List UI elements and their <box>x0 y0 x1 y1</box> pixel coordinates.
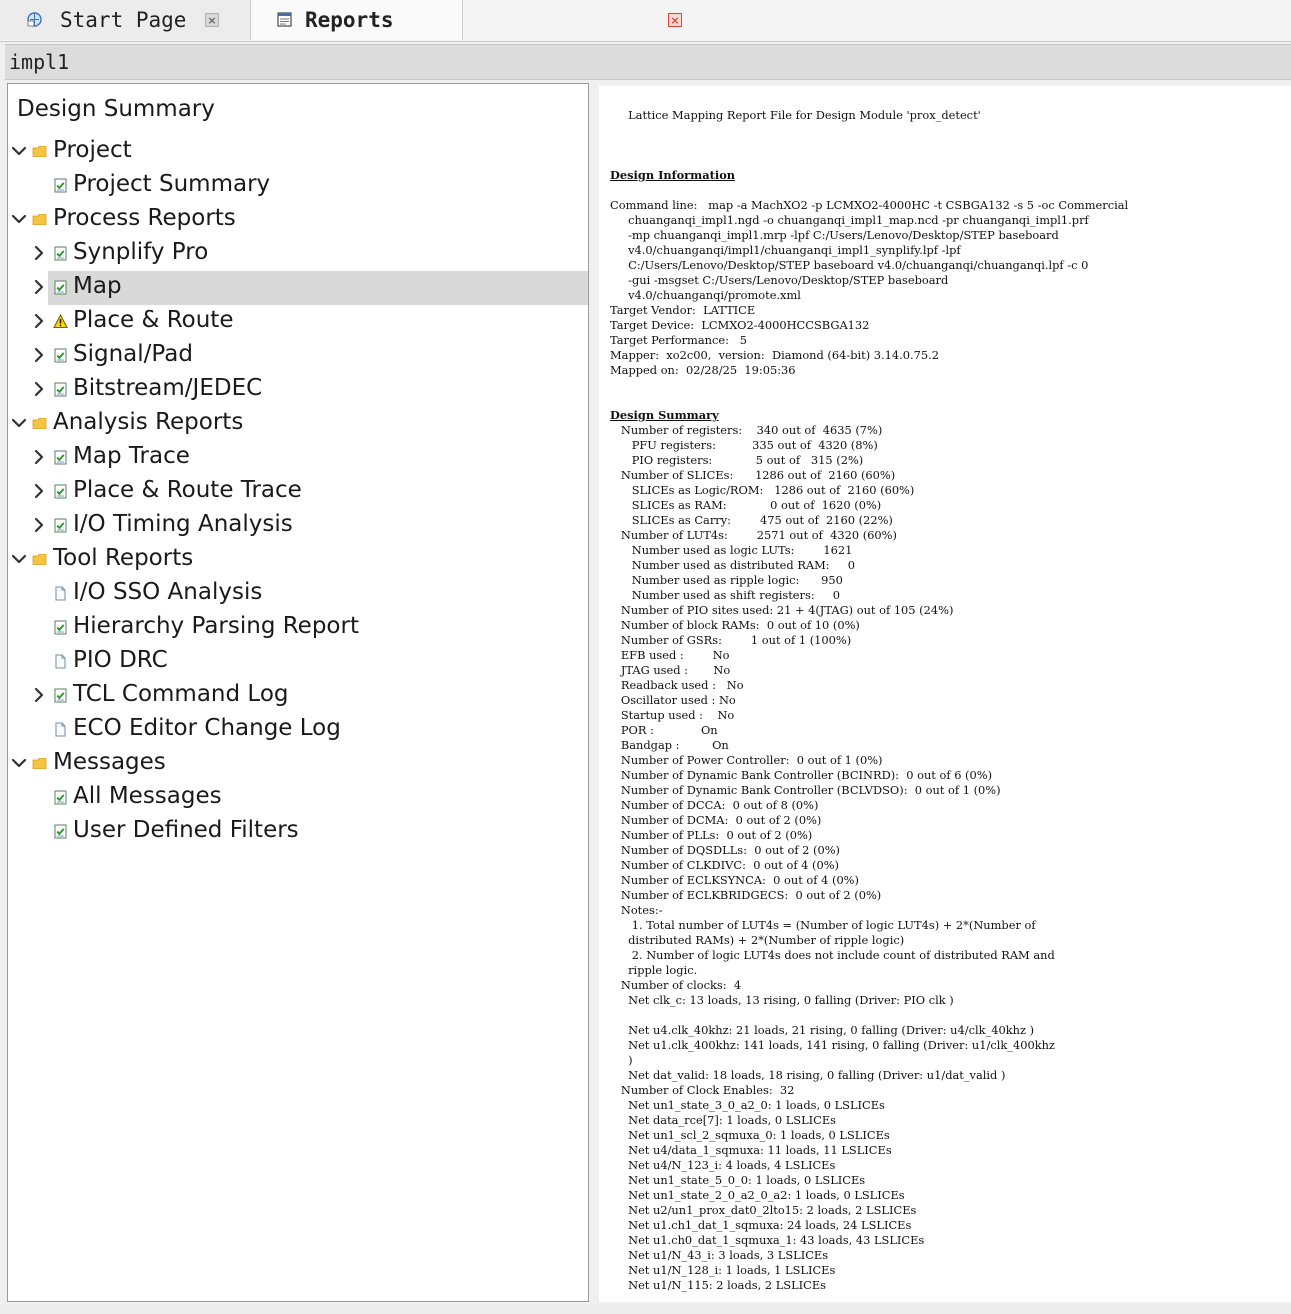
chevron-right-icon[interactable] <box>30 516 48 534</box>
design-summary-tree: Design Summary Project Project Summary Pro… <box>7 83 589 1302</box>
tree-item-label: I/O Timing Analysis <box>73 511 293 537</box>
tree-item-synplify-pro[interactable]: Synplify Pro <box>8 237 588 271</box>
tree-item-label: User Defined Filters <box>73 817 299 843</box>
tab-bar: Start Page × Reports × <box>0 0 1291 42</box>
design-information-body: Command line: map -a MachXO2 -p LCMXO2-4… <box>610 198 1129 377</box>
tree-item-all-messages[interactable]: All Messages <box>8 781 588 815</box>
chevron-right-icon[interactable] <box>30 346 48 364</box>
tree-item-label: Hierarchy Parsing Report <box>73 613 359 639</box>
tree-item-i-o-sso-analysis[interactable]: I/O SSO Analysis <box>8 577 588 611</box>
close-icon[interactable]: × <box>668 13 682 27</box>
design-summary-header: Design Summary <box>610 408 719 422</box>
tree-item-label: Tool Reports <box>53 545 194 571</box>
report-ok-icon <box>54 246 67 261</box>
tree-header: Design Summary <box>17 96 215 122</box>
tree-item-label: Place & Route Trace <box>73 477 302 503</box>
tree-item-pio-drc[interactable]: PIO DRC <box>8 645 588 679</box>
report-ok-icon <box>54 178 67 193</box>
tab-start-page-label: Start Page <box>60 8 187 32</box>
document-icon <box>55 654 66 669</box>
tree-item-process-reports[interactable]: Process Reports <box>8 203 588 237</box>
tree-item-label: Place & Route <box>73 307 234 333</box>
tree-item-messages[interactable]: Messages <box>8 747 588 781</box>
report-title: Lattice Mapping Report File for Design M… <box>610 108 981 122</box>
folder-icon <box>32 214 47 225</box>
warning-icon <box>53 314 68 328</box>
tree-item-label: Project Summary <box>73 171 271 197</box>
report-ok-icon <box>54 824 67 839</box>
tree-item-signal-pad[interactable]: Signal/Pad <box>8 339 588 373</box>
tree-item-hierarchy-parsing-report[interactable]: Hierarchy Parsing Report <box>8 611 588 645</box>
tree-item-label: Messages <box>53 749 166 775</box>
folder-icon <box>32 146 47 157</box>
tree-item-user-defined-filters[interactable]: User Defined Filters <box>8 815 588 849</box>
document-icon <box>55 722 66 737</box>
report-ok-icon <box>54 280 67 295</box>
tree-item-label: Analysis Reports <box>53 409 244 435</box>
tree-item-label: PIO DRC <box>73 647 168 673</box>
tree-item-label: TCL Command Log <box>73 681 289 707</box>
tree-item-place-route-trace[interactable]: Place & Route Trace <box>8 475 588 509</box>
tree-item-tool-reports[interactable]: Tool Reports <box>8 543 588 577</box>
chevron-right-icon[interactable] <box>30 686 48 704</box>
tree-item-eco-editor-change-log[interactable]: ECO Editor Change Log <box>8 713 588 747</box>
tree-item-map[interactable]: Map <box>34 271 588 305</box>
breadcrumb-label: impl1 <box>9 50 70 74</box>
design-information-header: Design Information <box>610 168 736 182</box>
design-summary-body: Number of registers: 340 out of 4635 (7%… <box>620 423 1055 1292</box>
tree-item-label: Map <box>73 273 122 299</box>
tree-item-project-summary[interactable]: Project Summary <box>8 169 588 203</box>
breadcrumb: impl1 <box>5 44 1291 80</box>
tab-start-page[interactable]: Start Page × <box>0 0 251 40</box>
folder-icon <box>32 418 47 429</box>
chevron-right-icon[interactable] <box>30 448 48 466</box>
report-viewer[interactable]: Lattice Mapping Report File for Design M… <box>599 86 1291 1302</box>
folder-icon <box>32 758 47 769</box>
tree-item-i-o-timing-analysis[interactable]: I/O Timing Analysis <box>8 509 588 543</box>
tree-item-label: I/O SSO Analysis <box>73 579 263 605</box>
report-ok-icon <box>54 382 67 397</box>
tree-item-label: Signal/Pad <box>73 341 193 367</box>
chevron-right-icon[interactable] <box>30 312 48 330</box>
document-icon <box>55 586 66 601</box>
tree-item-label: Process Reports <box>53 205 236 231</box>
reports-icon <box>277 12 292 27</box>
report-ok-icon <box>54 484 67 499</box>
tree-item-label: Map Trace <box>73 443 190 469</box>
chevron-down-icon[interactable] <box>10 754 28 772</box>
tree-item-label: Bitstream/JEDEC <box>73 375 263 401</box>
chevron-right-icon[interactable] <box>30 380 48 398</box>
tree-item-analysis-reports[interactable]: Analysis Reports <box>8 407 588 441</box>
tree-item-bitstream-jedec[interactable]: Bitstream/JEDEC <box>8 373 588 407</box>
report-ok-icon <box>54 518 67 533</box>
report-ok-icon <box>54 688 67 703</box>
tree-item-label: Synplify Pro <box>73 239 209 265</box>
chevron-right-icon[interactable] <box>30 244 48 262</box>
close-icon[interactable]: × <box>205 13 219 27</box>
tree-item-label: All Messages <box>73 783 222 809</box>
chevron-down-icon[interactable] <box>10 142 28 160</box>
tree-item-place-route[interactable]: Place & Route <box>8 305 588 339</box>
chevron-down-icon[interactable] <box>10 550 28 568</box>
tree-item-map-trace[interactable]: Map Trace <box>8 441 588 475</box>
report-text: Lattice Mapping Report File for Design M… <box>610 108 1128 1293</box>
bottom-strip <box>0 1304 1291 1314</box>
chevron-right-icon[interactable] <box>30 278 48 296</box>
report-ok-icon <box>54 450 67 465</box>
report-ok-icon <box>54 790 67 805</box>
tree-item-tcl-command-log[interactable]: TCL Command Log <box>8 679 588 713</box>
tree-item-project[interactable]: Project <box>8 135 588 169</box>
chevron-down-icon[interactable] <box>10 414 28 432</box>
report-ok-icon <box>54 348 67 363</box>
tab-reports[interactable]: Reports × <box>252 0 682 40</box>
tree-item-label: Project <box>53 137 132 163</box>
tab-reports-label: Reports <box>305 8 394 32</box>
chevron-right-icon[interactable] <box>30 482 48 500</box>
folder-icon <box>32 554 47 565</box>
chevron-down-icon[interactable] <box>10 210 28 228</box>
start-page-icon <box>27 12 42 27</box>
tree-item-label: ECO Editor Change Log <box>73 715 341 741</box>
report-ok-icon <box>54 620 67 635</box>
